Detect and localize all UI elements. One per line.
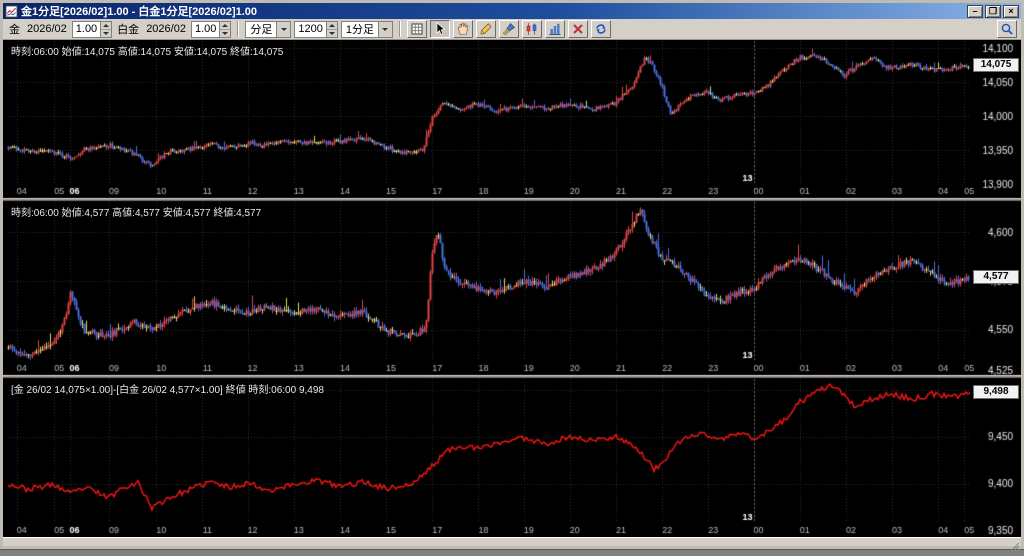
gold-multiplier-stepper[interactable]: 1.00 [71, 20, 113, 38]
up-arrow-icon [103, 23, 110, 27]
minimize-button[interactable]: – [967, 4, 983, 18]
pencil-icon [480, 23, 492, 35]
candlestick-chart-button[interactable] [521, 20, 542, 38]
gold-multiplier-up-button[interactable] [101, 21, 112, 30]
bar-chart-button[interactable] [544, 20, 565, 38]
title-bar[interactable]: 金1分足[2026/02]1.00 - 白金1分足[2026/02]1.00 –… [3, 3, 1021, 19]
platinum-multiplier-down-button[interactable] [220, 29, 231, 37]
timeframe-value: 1分足 [345, 24, 374, 36]
spread-panel-info: [金 26/02 14,075×1.00]-[白金 26/02 4,577×1.… [11, 385, 324, 396]
platinum-label: 白金 [117, 24, 140, 36]
chart-canvas[interactable] [3, 40, 1021, 537]
up-arrow-icon [328, 23, 335, 27]
app-icon [5, 4, 18, 18]
toolbar-separator [398, 21, 401, 37]
down-arrow-icon [328, 31, 335, 35]
hand-icon [457, 22, 469, 35]
gold-multiplier-down-button[interactable] [101, 29, 112, 37]
timeframe-select[interactable]: 1分足 [340, 20, 393, 38]
close-button[interactable]: × [1003, 4, 1019, 18]
chevron-down-icon [280, 27, 287, 31]
period-type-select[interactable]: 分足 [245, 20, 292, 38]
zoom-button[interactable] [997, 20, 1017, 38]
maximize-button[interactable]: ❐ [985, 4, 1001, 18]
toolbar: 金 2026/02 1.00 白金 2026/02 1.00 分足 1200 1… [3, 19, 1021, 40]
gold-label: 金 [9, 24, 20, 36]
refresh-icon [596, 24, 606, 34]
platinum-multiplier-stepper[interactable]: 1.00 [190, 20, 232, 38]
platinum-last-price-badge: 4,577 [973, 270, 1019, 284]
platinum-contract-label: 2026/02 [146, 23, 186, 35]
draw-tool-button[interactable] [475, 20, 496, 38]
grid-icon [411, 23, 423, 35]
bar-chart-icon [549, 23, 561, 35]
paint-tool-button[interactable] [498, 20, 519, 38]
app-window: 金1分足[2026/02]1.00 - 白金1分足[2026/02]1.00 –… [0, 0, 1024, 552]
bar-count-down-button[interactable] [326, 29, 337, 37]
up-arrow-icon [222, 23, 229, 27]
cursor-tool-button[interactable] [429, 20, 450, 38]
platinum-multiplier-up-button[interactable] [220, 21, 231, 30]
magnifier-icon [1001, 23, 1013, 35]
brush-icon [503, 23, 515, 35]
resize-grip[interactable] [1010, 538, 1020, 552]
bar-count-value[interactable]: 1200 [295, 22, 325, 37]
gold-contract-label: 2026/02 [27, 23, 67, 35]
gold-last-price-badge: 14,075 [973, 58, 1019, 72]
down-arrow-icon [103, 31, 110, 35]
grid-settings-button[interactable] [406, 20, 427, 38]
status-bar [3, 537, 1021, 552]
chart-area: 時刻:06:00 始値:14,075 高値:14,075 安値:14,075 終… [3, 40, 1021, 537]
window-title: 金1分足[2026/02]1.00 - 白金1分足[2026/02]1.00 [21, 6, 258, 18]
spread-last-price-badge: 9,498 [973, 385, 1019, 399]
platinum-panel-info: 時刻:06:00 始値:4,577 高値:4,577 安値:4,577 終値:4… [11, 208, 262, 219]
bar-count-up-button[interactable] [326, 21, 337, 30]
cursor-icon [436, 22, 446, 35]
dropdown-button[interactable] [377, 21, 392, 37]
dropdown-button[interactable] [276, 21, 291, 37]
period-type-value: 分足 [250, 24, 273, 36]
clear-drawings-button[interactable] [567, 20, 588, 38]
bar-count-stepper[interactable]: 1200 [294, 20, 338, 38]
chevron-down-icon [382, 27, 389, 31]
down-arrow-icon [222, 31, 229, 35]
toolbar-separator [237, 21, 240, 37]
gold-panel-info: 時刻:06:00 始値:14,075 高値:14,075 安値:14,075 終… [11, 47, 284, 58]
gold-multiplier-value[interactable]: 1.00 [73, 22, 100, 37]
candlestick-icon [526, 23, 537, 35]
refresh-button[interactable] [590, 20, 611, 38]
pan-tool-button[interactable] [452, 20, 473, 38]
clear-x-icon [573, 24, 583, 34]
platinum-multiplier-value[interactable]: 1.00 [192, 22, 219, 37]
